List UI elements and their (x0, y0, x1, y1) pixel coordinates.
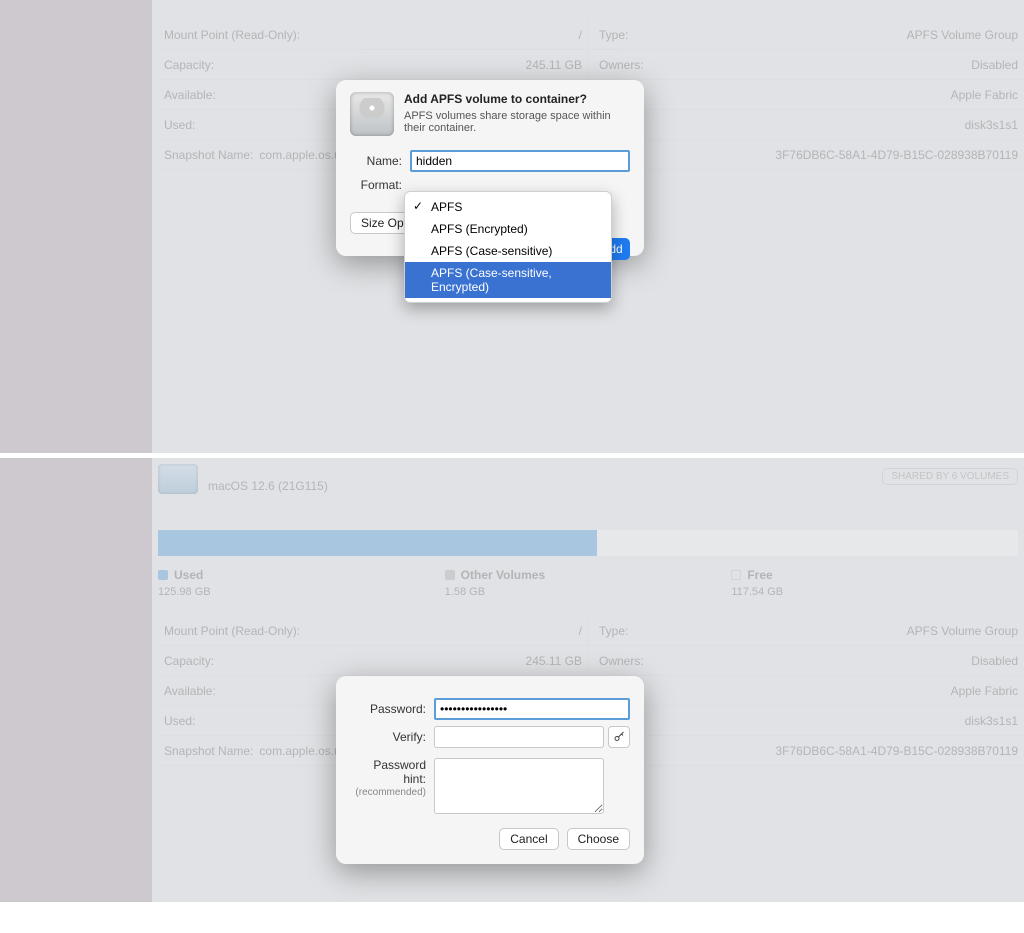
harddrive-icon (350, 92, 394, 136)
snapshot-label: Snapshot Name: (164, 148, 253, 162)
snapshot-label-2: Snapshot Name: (164, 744, 253, 758)
mountpoint-label-2: Mount Point (Read-Only): (158, 624, 468, 638)
capacity-value-2: 245.11 GB (468, 654, 588, 668)
mountpoint-value: / (468, 28, 588, 42)
cancel-button[interactable]: Cancel (499, 828, 558, 850)
bottom-screenshot: macOS 12.6 (21G115) SHARED BY 6 VOLUMES … (0, 458, 1024, 902)
legend-free-label: Free (747, 568, 772, 582)
format-option-apfs-encrypted[interactable]: APFS (Encrypted) (405, 218, 611, 240)
format-option-apfs-cs-encrypted[interactable]: APFS (Case-sensitive, Encrypted) (405, 262, 611, 298)
connection-value-2: Apple Fabric (738, 684, 1024, 698)
usage-legend: Used 125.98 GB Other Volumes 1.58 GB Fre… (158, 568, 1018, 598)
macos-version: macOS 12.6 (21G115) (208, 479, 328, 493)
dialog-title: Add APFS volume to container? (404, 92, 630, 106)
uuid-value: 3F76DB6C-58A1-4D79-B15C-028938B70119 (738, 148, 1024, 162)
type-label-2: Type: (588, 616, 738, 645)
password-input[interactable] (434, 698, 630, 720)
capacity-value: 245.11 GB (468, 58, 588, 72)
format-label: Format: (350, 178, 410, 192)
format-option-apfs-cs[interactable]: APFS (Case-sensitive) (405, 240, 611, 262)
verify-label: Verify: (350, 730, 434, 744)
hint-recommended: (recommended) (350, 786, 426, 800)
format-option-apfs[interactable]: APFS (405, 196, 611, 218)
type-value-2: APFS Volume Group (738, 624, 1024, 638)
top-screenshot: Mount Point (Read-Only): / Type: APFS Vo… (0, 0, 1024, 453)
owners-value: Disabled (738, 58, 1024, 72)
connection-value: Apple Fabric (738, 88, 1024, 102)
format-dropdown[interactable]: APFS APFS (Encrypted) APFS (Case-sensiti… (404, 191, 612, 303)
name-label: Name: (350, 154, 410, 168)
legend-used-label: Used (174, 568, 203, 582)
device-value: disk3s1s1 (738, 118, 1024, 132)
legend-other-label: Other Volumes (461, 568, 545, 582)
uuid-value-2: 3F76DB6C-58A1-4D79-B15C-028938B70119 (738, 744, 1024, 758)
owners-label-2: Owners: (588, 646, 738, 675)
hint-textarea[interactable] (434, 758, 604, 814)
dialog-subtitle: APFS volumes share storage space within … (404, 110, 630, 134)
name-input[interactable] (410, 150, 630, 172)
volume-disk-icon (158, 464, 198, 494)
type-label: Type: (588, 20, 738, 49)
type-value: APFS Volume Group (738, 28, 1024, 42)
password-label: Password: (350, 702, 434, 716)
mountpoint-label: Mount Point (Read-Only): (158, 28, 468, 42)
choose-button[interactable]: Choose (567, 828, 630, 850)
shared-by-pill: SHARED BY 6 VOLUMES (882, 468, 1018, 485)
legend-free-value: 117.54 GB (731, 586, 1018, 598)
usage-bar (158, 530, 1018, 556)
password-dialog: Password: Verify: Password hint: (recomm… (336, 676, 644, 864)
verify-input[interactable] (434, 726, 604, 748)
device-value-2: disk3s1s1 (738, 714, 1024, 728)
mountpoint-value-2: / (468, 624, 588, 638)
legend-used-value: 125.98 GB (158, 586, 445, 598)
owners-value-2: Disabled (738, 654, 1024, 668)
usage-used-segment (158, 530, 597, 556)
owners-label: Owners: (588, 50, 738, 79)
legend-other-value: 1.58 GB (445, 586, 732, 598)
capacity-label: Capacity: (158, 58, 468, 72)
hint-label: Password hint: (350, 758, 426, 786)
key-icon[interactable] (608, 726, 630, 748)
capacity-label-2: Capacity: (158, 654, 468, 668)
